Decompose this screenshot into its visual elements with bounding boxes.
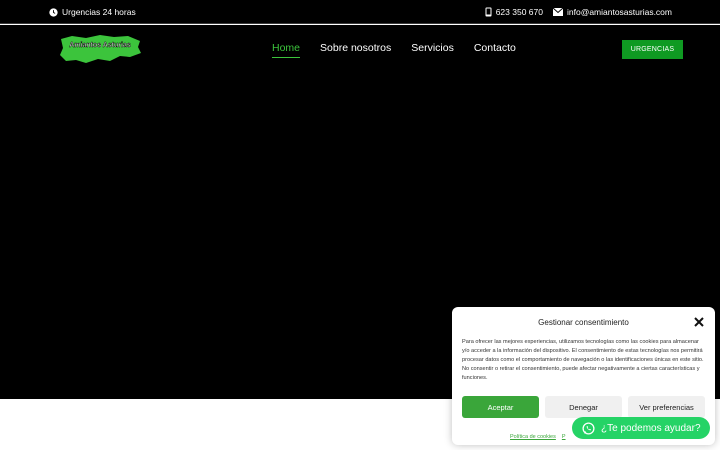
- nav-contacto[interactable]: Contacto: [474, 42, 516, 58]
- accept-button[interactable]: Aceptar: [462, 396, 539, 418]
- main-nav: Home Sobre nosotros Servicios Contacto: [272, 42, 516, 58]
- svg-text:Amiantos Asturias: Amiantos Asturias: [69, 42, 131, 49]
- site-logo[interactable]: Amiantos Asturias: [58, 33, 142, 65]
- email-link[interactable]: info@amiantosasturias.com: [552, 7, 672, 17]
- whatsapp-icon: [582, 421, 595, 435]
- top-bar: Urgencias 24 horas 623 350 670 info@amia…: [0, 0, 720, 24]
- close-icon[interactable]: [693, 316, 705, 328]
- email-text: info@amiantosasturias.com: [566, 7, 672, 17]
- whatsapp-help-button[interactable]: ¿Te podemos ayudar?: [572, 417, 710, 439]
- phone-text: 623 350 670: [495, 7, 543, 17]
- phone-icon: [485, 7, 492, 17]
- deny-button[interactable]: Denegar: [545, 396, 622, 418]
- nav-home[interactable]: Home: [272, 42, 301, 58]
- mail-icon: [552, 8, 563, 16]
- site-header: Amiantos Asturias Home Sobre nosotros Se…: [0, 25, 720, 73]
- urgencias-info: Urgencias 24 horas: [49, 7, 136, 17]
- cookie-policy-link[interactable]: Política de cookies: [510, 434, 556, 440]
- cookie-title: Gestionar consentimiento: [538, 318, 629, 327]
- nav-sobre-nosotros[interactable]: Sobre nosotros: [320, 42, 391, 58]
- phone-link[interactable]: 623 350 670: [485, 7, 543, 17]
- whatsapp-label: ¿Te podemos ayudar?: [601, 422, 701, 434]
- privacy-link[interactable]: P: [562, 434, 566, 440]
- preferences-button[interactable]: Ver preferencias: [628, 396, 705, 418]
- urgencias-button[interactable]: URGENCIAS: [622, 40, 683, 59]
- nav-servicios[interactable]: Servicios: [411, 42, 454, 58]
- clock-icon: [49, 7, 58, 17]
- cookie-description: Para ofrecer las mejores experiencias, u…: [462, 339, 704, 381]
- urgencias-text: Urgencias 24 horas: [62, 7, 136, 17]
